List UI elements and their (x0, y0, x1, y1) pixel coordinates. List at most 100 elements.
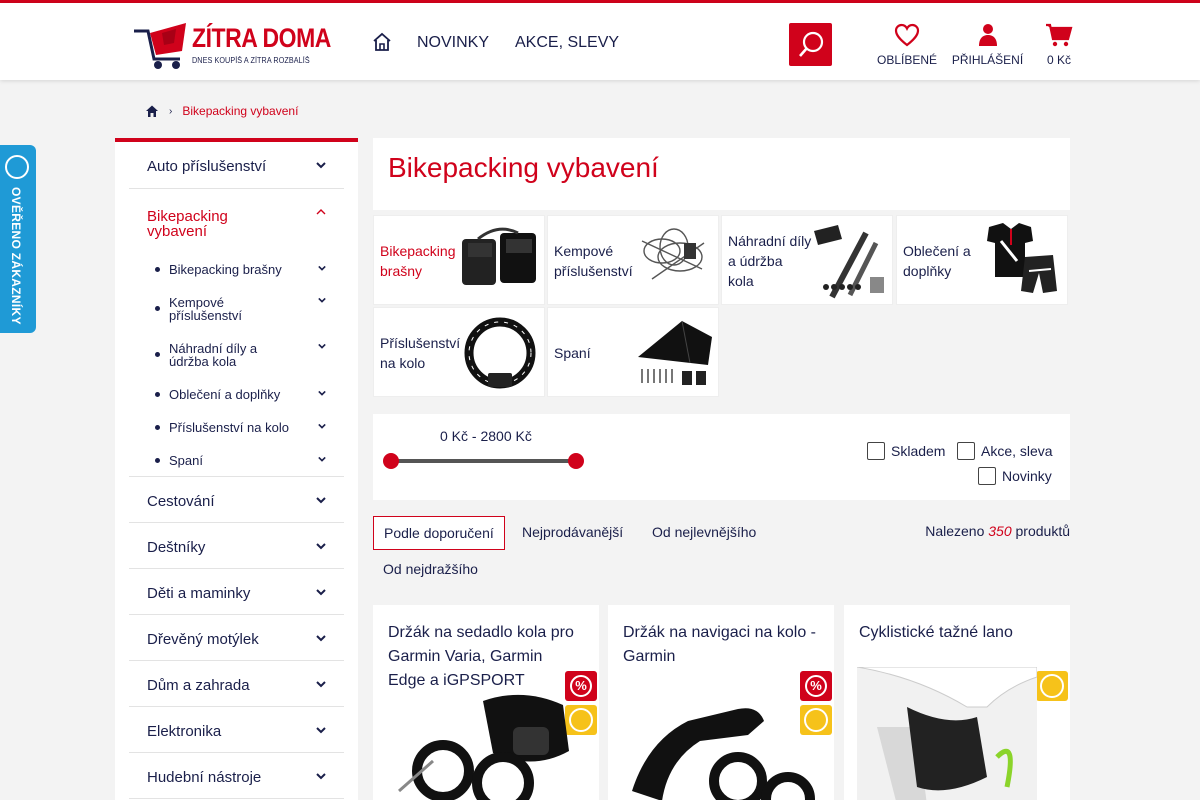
cart-logo-icon (134, 23, 186, 69)
sidebar-item-elektronika[interactable]: Elektronika (129, 707, 344, 753)
breadcrumb-home-icon[interactable] (145, 104, 159, 118)
sidebar-item-label: Cestování (147, 493, 215, 510)
site-header: ZÍTRA DOMA DNES KOUPÍŠ A ZÍTRA ROZBALÍŠ … (0, 3, 1200, 80)
sidebar-item-label: Dřevěný motýlek (147, 631, 259, 648)
subcategory-item[interactable]: Náhradní díly a údržba kola (155, 342, 344, 372)
home-icon[interactable] (372, 32, 392, 52)
heart-icon (894, 23, 920, 47)
category-tile-label: Spaní (554, 345, 591, 361)
product-title[interactable]: Držák na sedadlo kola pro Garmin Varia, … (388, 621, 584, 693)
category-tile-label: Náhradní díly a údržba kola (728, 233, 812, 289)
subcategory-item[interactable]: Oblečení a doplňky (155, 387, 344, 407)
sidebar-item-dum-zahrada[interactable]: Dům a zahrada (129, 661, 344, 707)
category-tile[interactable]: Spaní (547, 307, 719, 397)
logo[interactable]: ZÍTRA DOMA DNES KOUPÍŠ A ZÍTRA ROZBALÍŠ (130, 19, 331, 71)
camp-rope-image (641, 228, 705, 280)
chevron-down-icon (318, 297, 326, 303)
favorites-label: OBLÍBENÉ (876, 53, 938, 67)
sort-bestselling[interactable]: Nejprodávanější (512, 516, 633, 548)
verified-badge-text: OVĚŘENO ZÁKAZNÍKY (9, 187, 23, 325)
page-title-box: Bikepacking vybavení (373, 138, 1070, 210)
price-range-label: 0 Kč - 2800 Kč (440, 428, 532, 444)
filter-akce-label: Akce, sleva (981, 443, 1053, 459)
product-image (857, 667, 1037, 800)
nav-akce-slevy[interactable]: AKCE, SLEVY (515, 34, 619, 52)
subcategory-item[interactable]: Příslušenství na kolo (155, 420, 344, 440)
subcategory-label: Oblečení a doplňky (169, 387, 281, 402)
verified-customers-badge[interactable]: OVĚŘENO ZÁKAZNÍKY (0, 145, 36, 333)
chevron-down-icon (318, 390, 326, 396)
sidebar-item-cestovani[interactable]: Cestování (129, 477, 344, 523)
sidebar-item-label: Deštníky (147, 539, 206, 556)
cart-total: 0 Kč (1046, 53, 1071, 67)
breadcrumb-current[interactable]: Bikepacking vybavení (182, 104, 298, 118)
cart-link[interactable]: 0 Kč (1040, 23, 1078, 67)
price-slider-track[interactable] (391, 459, 576, 463)
product-image (398, 694, 569, 800)
bike-lock-image (464, 317, 536, 389)
price-slider-min-handle[interactable] (383, 453, 399, 469)
subcategory-label: Náhradní díly a údržba kola (169, 341, 258, 369)
sidebar-item-label: Elektronika (147, 723, 222, 740)
category-tile[interactable]: Oblečení a doplňky (896, 215, 1068, 305)
logo-tagline: DNES KOUPÍŠ A ZÍTRA ROZBALÍŠ (192, 56, 310, 65)
category-tile-label: Kempové příslušenství (554, 243, 633, 279)
category-tile-label: Příslušenství na kolo (380, 335, 461, 371)
product-title[interactable]: Držák na navigaci na kolo - Garmin (623, 621, 819, 669)
page-title: Bikepacking vybavení (388, 152, 659, 183)
checkbox[interactable] (867, 442, 885, 460)
sidebar-item-destniky[interactable]: Deštníky (129, 523, 344, 569)
filter-skladem[interactable]: Skladem (867, 442, 945, 460)
subcategory-label: Spaní (169, 453, 203, 468)
subcategory-item[interactable]: Kempové příslušenství (155, 296, 344, 326)
sidebar-item-label: Hudební nástroje (147, 769, 262, 786)
chevron-down-icon (316, 635, 326, 642)
sidebar-item-motylek[interactable]: Dřevěný motýlek (129, 615, 344, 661)
subcategory-item[interactable]: Spaní (155, 453, 344, 473)
verified-seal-icon (5, 155, 29, 179)
sort-cheapest[interactable]: Od nejlevnějšího (642, 516, 766, 548)
checkbox[interactable] (957, 442, 975, 460)
sidebar-item-hudebni[interactable]: Hudební nástroje (129, 753, 344, 799)
category-tile[interactable]: Kempové příslušenství (547, 215, 719, 305)
chevron-down-icon (318, 456, 326, 462)
sidebar-item-auto[interactable]: Auto příslušenství (129, 142, 344, 189)
product-title[interactable]: Cyklistické tažné lano (859, 621, 1055, 645)
filter-akce-sleva[interactable]: Akce, sleva (957, 442, 1053, 460)
logo-text: ZÍTRA DOMA (192, 23, 331, 53)
sidebar-item-deti[interactable]: Děti a maminky (129, 569, 344, 615)
category-tile[interactable]: Náhradní díly a údržba kola (721, 215, 893, 305)
chevron-down-icon (316, 727, 326, 734)
subcategory-item[interactable]: Bikepacking brašny (155, 262, 344, 282)
favorites-link[interactable]: OBLÍBENÉ (876, 23, 938, 67)
subcategory-label: Kempové příslušenství (169, 295, 242, 323)
search-icon (799, 31, 824, 57)
sort-recommended[interactable]: Podle doporučení (373, 516, 505, 550)
breadcrumb-separator: › (169, 105, 173, 117)
category-tile[interactable]: Příslušenství na kolo (373, 307, 545, 397)
sort-most-expensive[interactable]: Od nejdražšího (373, 553, 488, 585)
chevron-up-icon (316, 209, 326, 215)
filter-novinky-label: Novinky (1002, 468, 1052, 484)
chevron-down-icon (316, 497, 326, 504)
category-tile-label: Bikepacking brašny (380, 243, 456, 279)
search-button[interactable] (789, 23, 832, 66)
filter-novinky[interactable]: Novinky (978, 467, 1052, 485)
sidebar-item-label: Dům a zahrada (147, 677, 250, 694)
category-tile[interactable]: Bikepacking brašny (373, 215, 545, 305)
user-icon (978, 24, 997, 46)
login-label: PŘIHLÁŠENÍ (951, 53, 1024, 67)
product-card[interactable]: Držák na navigaci na kolo - Garmin % (608, 605, 834, 800)
bike-tools-image (814, 225, 884, 299)
nav-novinky[interactable]: NOVINKY (417, 34, 489, 52)
login-link[interactable]: PŘIHLÁŠENÍ (951, 23, 1024, 67)
chevron-down-icon (316, 543, 326, 550)
sidebar-item-label: Auto příslušenství (147, 158, 267, 175)
chevron-down-icon (316, 681, 326, 688)
product-card[interactable]: Cyklistické tažné lano (844, 605, 1070, 800)
checkbox[interactable] (978, 467, 996, 485)
sidebar-item-label: Děti a maminky (147, 585, 251, 602)
price-slider-max-handle[interactable] (568, 453, 584, 469)
cart-icon (1046, 23, 1073, 47)
product-card[interactable]: Držák na sedadlo kola pro Garmin Varia, … (373, 605, 599, 800)
